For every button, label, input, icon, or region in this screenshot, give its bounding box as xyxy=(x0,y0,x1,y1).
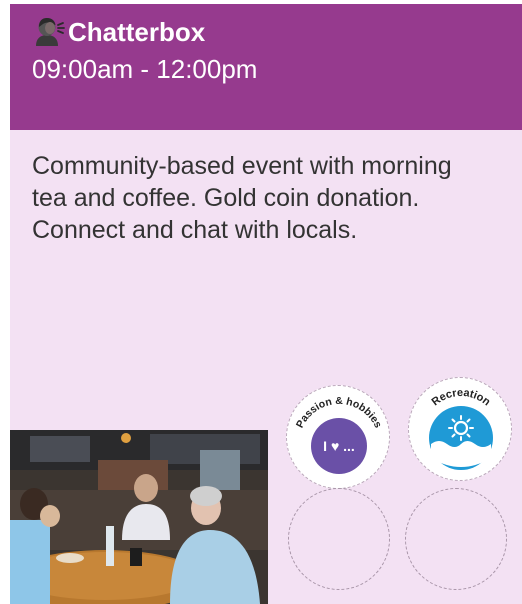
badge-recreation[interactable]: Recreation xyxy=(408,377,512,481)
badge-passion-hobbies[interactable]: Passion & hobbies I ♥ ... xyxy=(286,385,390,489)
event-description: Community-based event with morning tea a… xyxy=(32,152,452,244)
empty-badge-slot-2 xyxy=(405,488,507,590)
title-row: Chatterbox xyxy=(32,16,205,48)
heart-icon: I ♥ ... xyxy=(323,438,355,454)
event-time: 09:00am - 12:00pm xyxy=(32,54,258,84)
event-title: Chatterbox xyxy=(68,17,206,47)
event-photo xyxy=(10,430,268,604)
svg-text:Recreation: Recreation xyxy=(430,387,493,409)
badge-label-recreation: Recreation xyxy=(430,387,493,409)
speaking-head-icon xyxy=(32,17,66,47)
empty-badge-slot-1 xyxy=(288,488,390,590)
event-header: Chatterbox 09:00am - 12:00pm xyxy=(10,4,522,130)
event-card[interactable]: Chatterbox 09:00am - 12:00pm Community-b… xyxy=(10,4,522,604)
